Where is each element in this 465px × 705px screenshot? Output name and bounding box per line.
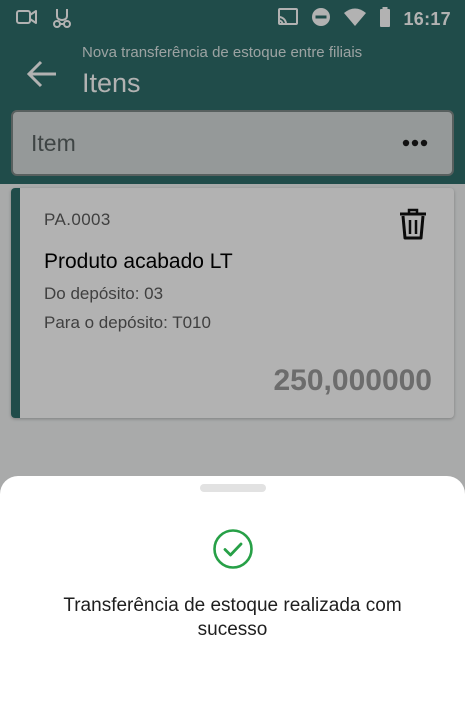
success-bottom-sheet: Transferência de estoque realizada com s… [0,476,465,705]
success-message: Transferência de estoque realizada com s… [63,595,402,640]
drag-handle[interactable] [200,484,266,492]
check-circle-icon [213,529,253,569]
